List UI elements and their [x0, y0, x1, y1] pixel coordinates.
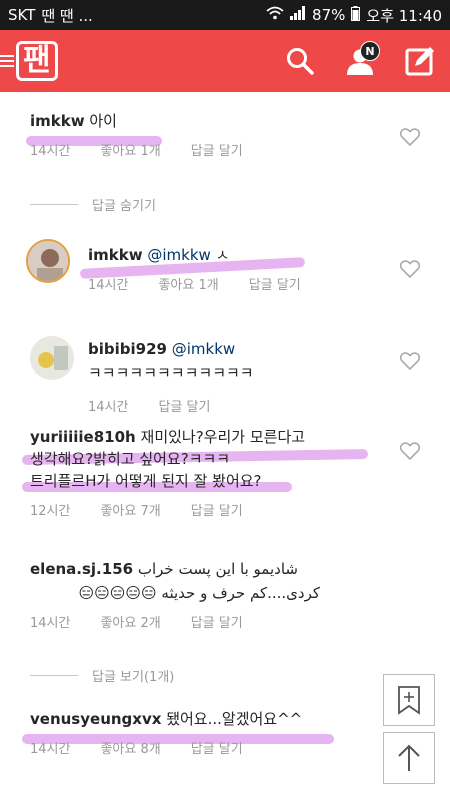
- comment-reply-button[interactable]: 답글 달기: [191, 140, 243, 159]
- comment-username[interactable]: bibibi929: [88, 340, 167, 358]
- comment-time: 14시간: [88, 400, 129, 415]
- app-header: 팬 N: [0, 30, 450, 92]
- comment-reply-button[interactable]: 답글 달기: [158, 396, 210, 415]
- divider-line: [30, 675, 78, 676]
- bookmark-add-icon: [398, 686, 420, 715]
- comment-text: ㅋㅋㅋㅋㅋㅋㅋㅋㅋㅋㅋㅋ: [88, 364, 254, 382]
- comment-likes[interactable]: 좋아요 1개: [100, 140, 160, 159]
- comment-username[interactable]: imkkw: [30, 112, 85, 130]
- wifi-icon: [266, 6, 284, 24]
- comment-reply-button[interactable]: 답글 달기: [191, 612, 243, 631]
- arrow-up-icon: [398, 744, 420, 771]
- divider-line: [30, 204, 78, 205]
- comment-text: 아이: [89, 112, 117, 130]
- comment-reply-button[interactable]: 답글 달기: [191, 738, 243, 757]
- app-logo[interactable]: 팬: [16, 41, 58, 81]
- profile-button[interactable]: N: [344, 41, 380, 77]
- comment-item: imkkw 아이 14시간 좋아요 1개 답글 달기: [0, 110, 450, 159]
- comment-item: yuriiiiie810h 재미있나?우리가 모른다고 생각해요?밝히고 싶어요…: [0, 426, 450, 519]
- search-button[interactable]: [284, 45, 316, 77]
- mention-handle[interactable]: @imkkw: [172, 340, 235, 358]
- heart-icon[interactable]: [400, 352, 420, 370]
- comment-username[interactable]: yuriiiiie810h: [30, 428, 136, 446]
- show-replies-toggle[interactable]: 답글 보기(1개): [30, 666, 174, 685]
- comment-text: 됐어요...알겠어요^^: [166, 710, 303, 728]
- reply-item: bibibi929 @imkkw ㅋㅋㅋㅋㅋㅋㅋㅋㅋㅋㅋㅋ 14시간 답글 달기: [0, 338, 450, 415]
- battery-icon: [351, 5, 361, 25]
- comment-likes[interactable]: 좋아요 8개: [100, 738, 160, 757]
- comment-reply-button[interactable]: 답글 달기: [191, 500, 243, 519]
- comment-time: 14시간: [30, 616, 71, 631]
- comment-text: شادیمو با این پست خراب: [137, 560, 298, 578]
- comment-username[interactable]: elena.sj.156: [30, 560, 133, 578]
- show-replies-label[interactable]: 답글 보기(1개): [92, 666, 174, 685]
- comment-likes[interactable]: 좋아요 1개: [158, 274, 218, 293]
- notification-badge: N: [360, 41, 380, 61]
- comment-username[interactable]: venusyeungxvx: [30, 710, 161, 728]
- comment-time: 14시간: [88, 278, 129, 293]
- menu-icon[interactable]: [0, 54, 14, 68]
- comment-text: 트리플르H가 어떻게 된지 잘 봤어요?: [30, 472, 262, 490]
- clock: 오후 11:40: [366, 6, 442, 25]
- heart-icon[interactable]: [400, 128, 420, 146]
- hide-replies-toggle[interactable]: 답글 숨기기: [30, 195, 156, 214]
- mention-handle[interactable]: @imkkw: [147, 246, 210, 264]
- heart-icon[interactable]: [400, 260, 420, 278]
- comment-likes[interactable]: 좋아요 7개: [100, 500, 160, 519]
- heart-icon[interactable]: [400, 442, 420, 460]
- comment-text: 재미있나?우리가 모른다고: [140, 428, 306, 446]
- status-bar: SKT 땐 땐 ... 87% 오후 11:40: [0, 0, 450, 30]
- comments-list: imkkw 아이 14시간 좋아요 1개 답글 달기 답글 숨기기 imkkw …: [0, 92, 450, 800]
- comment-text: کردی....کم حرف و حدیثه 😑😑😑😑😑: [78, 584, 320, 602]
- carrier-label: SKT: [8, 6, 36, 24]
- comment-reply-button[interactable]: 답글 달기: [249, 274, 301, 293]
- reply-item: imkkw @imkkw ㅅ 14시간 좋아요 1개 답글 달기: [0, 244, 450, 293]
- comment-item: elena.sj.156 شادیمو با این پست خراب کردی…: [0, 558, 450, 631]
- battery-percent: 87%: [312, 6, 346, 24]
- comment-time: 14시간: [30, 144, 71, 159]
- comment-time: 12시간: [30, 504, 71, 519]
- comment-likes[interactable]: 좋아요 2개: [100, 612, 160, 631]
- compose-button[interactable]: [404, 45, 436, 77]
- edit-icon: [405, 47, 434, 76]
- comment-time: 14시간: [30, 742, 71, 757]
- hide-replies-label[interactable]: 답글 숨기기: [92, 195, 156, 214]
- scroll-top-button[interactable]: [383, 732, 435, 784]
- bookmark-button[interactable]: [383, 674, 435, 726]
- notification-app-icons: 땐 땐 ...: [41, 6, 93, 25]
- signal-icon: [290, 6, 306, 24]
- comment-text: ㅅ: [215, 246, 230, 264]
- comment-username[interactable]: imkkw: [88, 246, 143, 264]
- search-icon: [287, 48, 314, 75]
- comment-text: 생각해요?밝히고 싶어요?ㅋㅋㅋ: [30, 450, 231, 468]
